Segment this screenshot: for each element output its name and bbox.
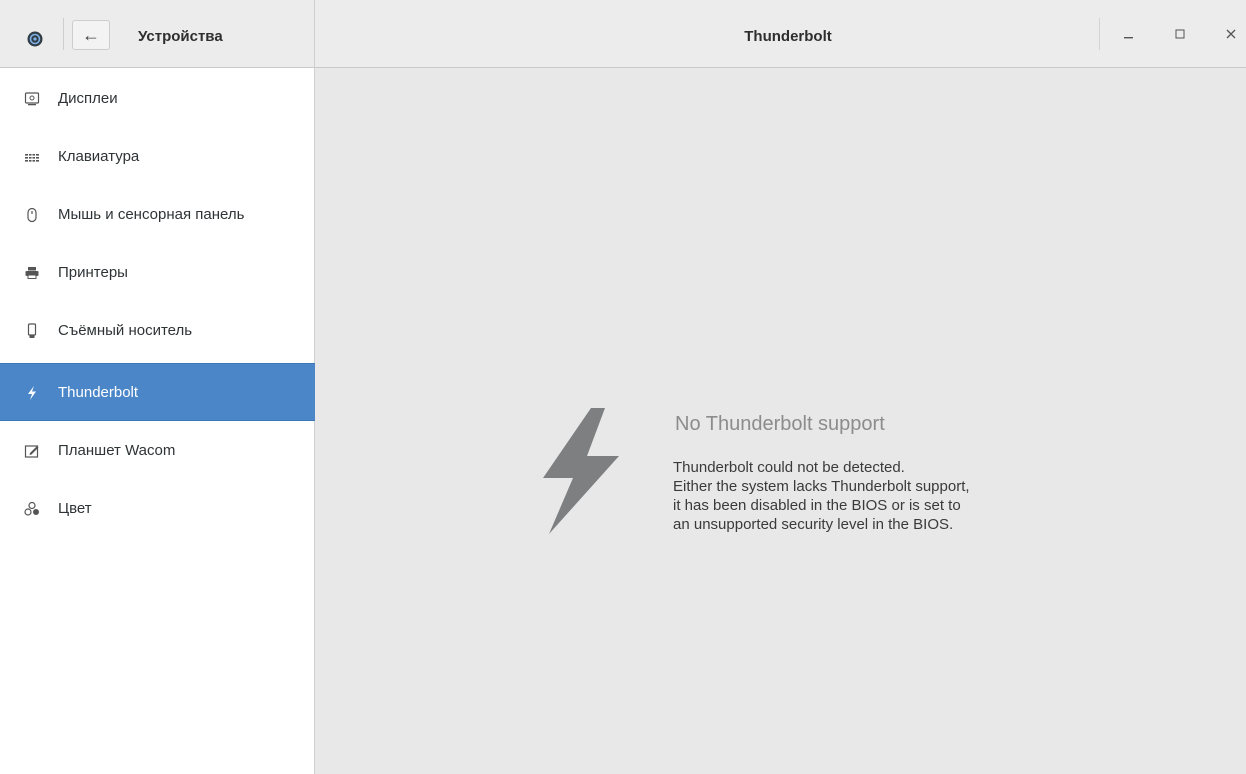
header-bar: ← Устройства Thunderbolt: [0, 0, 1246, 68]
panel-category-title: Устройства: [138, 28, 223, 45]
sidebar-item-label: Thunderbolt: [58, 384, 139, 401]
back-arrow-icon: ←: [82, 24, 100, 45]
sidebar-item-label: Клавиатура: [58, 148, 140, 165]
empty-state-description: Thunderbolt could not be detected. Eithe…: [673, 458, 1073, 534]
sidebar-item-removable-media[interactable]: Съёмный носитель: [0, 302, 315, 360]
close-button[interactable]: [1219, 22, 1243, 46]
settings-window: ← Устройства Thunderbolt Дисплеи Клавиат…: [0, 0, 1246, 774]
mouse-icon: [27, 207, 37, 223]
page-title: Thunderbolt: [744, 28, 832, 45]
header-separator: [63, 18, 64, 50]
content-area: No Thunderbolt support Thunderbolt could…: [315, 68, 1246, 774]
keyboard-icon: [25, 154, 39, 162]
header-separator-right: [1099, 18, 1100, 50]
thunderbolt-icon: [28, 386, 36, 400]
removable-media-icon: [27, 323, 37, 338]
thunderbolt-large-icon: [543, 408, 619, 534]
sidebar-item-label: Дисплеи: [58, 90, 118, 107]
color-icon: [24, 501, 39, 516]
display-icon: [24, 92, 40, 106]
sidebar-item-displays[interactable]: Дисплеи: [0, 70, 315, 128]
sidebar-item-label: Принтеры: [58, 264, 128, 281]
sidebar: Дисплеи Клавиатура Мышь и сенсорная пане…: [0, 68, 315, 774]
description-line: Thunderbolt could not be detected.: [673, 459, 905, 476]
maximize-button[interactable]: [1168, 22, 1192, 46]
sidebar-item-wacom-tablet[interactable]: Планшет Wacom: [0, 422, 315, 480]
close-icon: [1226, 29, 1236, 39]
sidebar-item-label: Съёмный носитель: [58, 322, 193, 339]
description-line: Either the system lacks Thunderbolt supp…: [673, 478, 970, 495]
sidebar-item-color[interactable]: Цвет: [0, 480, 315, 538]
maximize-icon: [1175, 29, 1185, 39]
sidebar-item-keyboard[interactable]: Клавиатура: [0, 128, 315, 186]
tablet-icon: [24, 445, 39, 458]
header-left-section: ← Устройства: [0, 0, 315, 68]
sidebar-item-label: Планшет Wacom: [58, 442, 176, 459]
sidebar-item-printers[interactable]: Принтеры: [0, 244, 315, 302]
settings-app-icon: [27, 31, 43, 47]
sidebar-item-mouse-touchpad[interactable]: Мышь и сенсорная панель: [0, 186, 315, 244]
description-line: it has been disabled in the BIOS or is s…: [673, 497, 961, 514]
sidebar-item-label: Цвет: [58, 500, 92, 517]
sidebar-item-thunderbolt[interactable]: Thunderbolt: [0, 363, 315, 421]
back-button[interactable]: ←: [72, 20, 110, 50]
description-line: an unsupported security level in the BIO…: [673, 516, 954, 533]
empty-state-title: No Thunderbolt support: [675, 413, 885, 435]
printer-icon: [25, 267, 39, 279]
sidebar-item-label: Мышь и сенсорная панель: [58, 206, 245, 223]
minimize-icon: [1124, 37, 1133, 39]
minimize-button[interactable]: [1117, 22, 1141, 46]
